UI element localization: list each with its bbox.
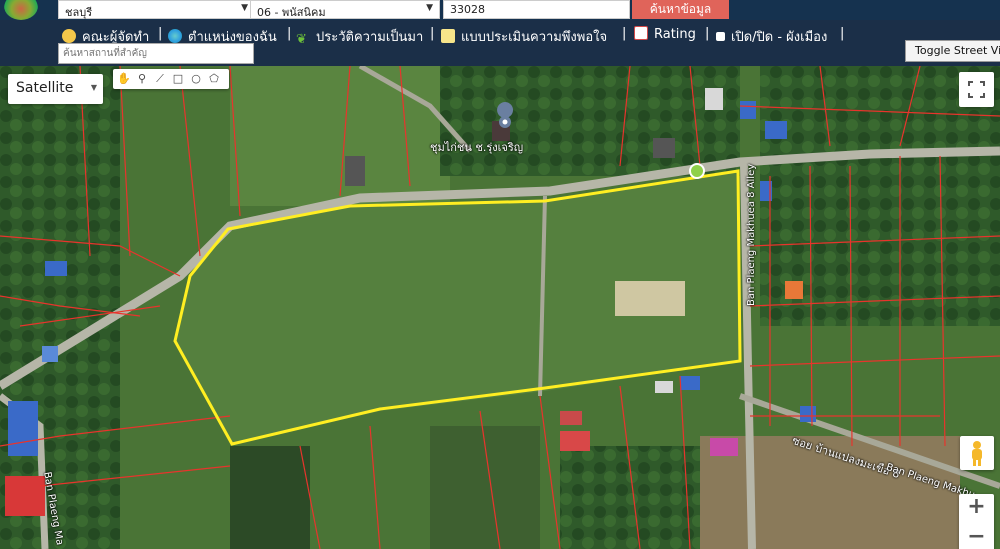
location-marker — [689, 163, 705, 179]
zoom-controls: + − — [959, 494, 994, 549]
road-label-vertical: Ban Plaeng Makhuea 8 Alley — [746, 163, 757, 306]
circle-icon[interactable]: ○ — [189, 72, 203, 86]
form-icon — [441, 29, 455, 43]
hand-icon[interactable]: ✋ — [117, 72, 131, 86]
nav-zoning-toggle[interactable]: เปิด/ปิด - ผังเมือง — [716, 26, 827, 47]
zoom-in-button[interactable]: + — [959, 494, 994, 519]
nav-history-label: ประวัติความเป็นมา — [316, 30, 424, 45]
province-value: ชลบุรี — [65, 6, 93, 19]
site-logo — [4, 0, 38, 20]
nav-separator: | — [840, 26, 845, 41]
map-canvas[interactable]: ชุมไก่ชน ช.รุ่งเจริญ Ban Plaeng Makhuea … — [0, 66, 1000, 549]
marker-icon[interactable]: ⚲ — [135, 72, 149, 86]
chevron-down-icon: ▼ — [426, 3, 433, 13]
checkbox-icon[interactable] — [716, 32, 725, 41]
zoom-out-button[interactable]: − — [959, 524, 994, 549]
district-select[interactable]: 06 - พนัสนิคม ▼ — [250, 0, 440, 19]
nav-separator: | — [430, 26, 435, 41]
top-search-bar: ชลบุรี ▼ 06 - พนัสนิคม ▼ 33028 ค้นหาข้อม… — [0, 0, 1000, 20]
polyline-icon[interactable]: ⟋ — [153, 72, 167, 86]
poi-marker — [497, 102, 514, 118]
chevron-down-icon: ▼ — [90, 83, 97, 92]
nav-rating[interactable]: Rating — [634, 26, 696, 42]
nav-separator: | — [622, 26, 627, 41]
poi-label: ชุมไก่ชน ช.รุ่งเจริญ — [430, 141, 524, 154]
chevron-down-icon: ▼ — [241, 3, 248, 13]
chart-icon — [634, 26, 648, 40]
globe-icon — [168, 29, 182, 43]
nav-separator: | — [158, 26, 163, 41]
street-view-toggle-button[interactable]: Toggle Street View — [905, 40, 1000, 62]
sprout-icon: ❦ — [296, 32, 307, 47]
code-input[interactable]: 33028 — [443, 0, 630, 19]
people-icon — [62, 29, 76, 43]
drawing-toolbar: ✋ ⚲ ⟋ □ ○ ⬠ — [113, 69, 229, 89]
nav-separator: | — [287, 26, 292, 41]
fullscreen-icon — [968, 81, 985, 98]
map-type-label: Satellite — [16, 80, 74, 96]
nav-survey[interactable]: แบบประเมินความพึงพอใจ — [441, 26, 607, 47]
rectangle-icon[interactable]: □ — [171, 72, 185, 86]
place-search-input[interactable] — [58, 43, 254, 64]
code-value: 33028 — [450, 3, 485, 16]
nav-rating-label: Rating — [654, 27, 696, 42]
map-type-select[interactable]: Satellite ▼ — [8, 74, 103, 104]
nav-zoning-label: เปิด/ปิด - ผังเมือง — [731, 30, 828, 45]
polygon-icon[interactable]: ⬠ — [207, 72, 221, 86]
nav-survey-label: แบบประเมินความพึงพอใจ — [461, 30, 608, 45]
district-value: 06 - พนัสนิคม — [257, 6, 326, 19]
search-button[interactable]: ค้นหาข้อมูล — [632, 0, 729, 19]
pegman-icon — [972, 441, 982, 466]
nav-separator: | — [705, 26, 710, 41]
nav-history[interactable]: ❦ ประวัติความเป็นมา — [296, 26, 423, 47]
province-select[interactable]: ชลบุรี ▼ — [58, 0, 255, 19]
fullscreen-button[interactable] — [959, 72, 994, 107]
street-view-pegman[interactable] — [960, 436, 994, 470]
